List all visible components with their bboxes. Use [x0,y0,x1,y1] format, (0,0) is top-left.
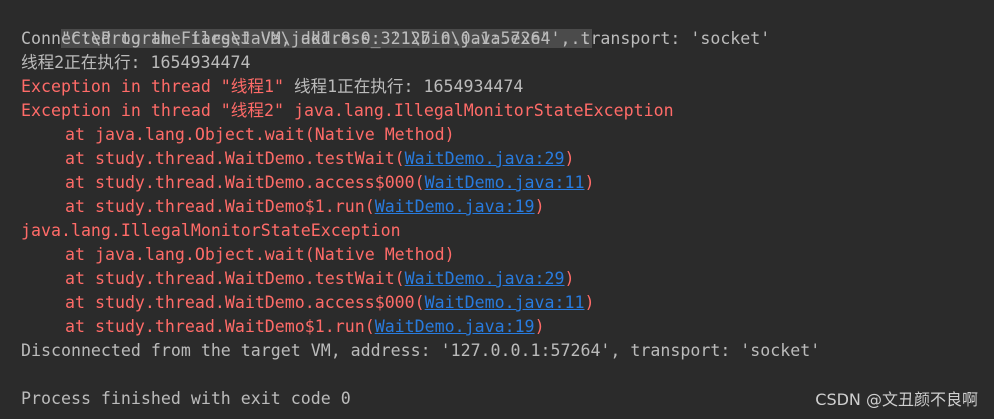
exception-thread1-header: Exception in thread "线程1" [21,77,294,96]
stack-frame-2: at study.thread.WaitDemo.testWait(WaitDe… [21,147,575,171]
source-link-waitdemo-19[interactable]: WaitDemo.java:19 [375,197,535,216]
stack-frame-1: at java.lang.Object.wait(Native Method) [65,125,455,144]
stack-frame-close: ) [564,149,575,168]
stack-frame-text: at study.thread.WaitDemo.access$000( [65,293,425,312]
exception-header: java.lang.IllegalMonitorStateException [21,221,401,240]
stack-frame-close: ) [584,293,595,312]
source-link-waitdemo-19[interactable]: WaitDemo.java:19 [375,317,535,336]
thread2-running-output: 线程2正在执行: 1654934474 [21,53,251,72]
source-link-waitdemo-11[interactable]: WaitDemo.java:11 [425,173,585,192]
source-link-waitdemo-29[interactable]: WaitDemo.java:29 [405,149,565,168]
connected-message: Connected to the target VM, address: '12… [21,29,771,48]
stack-frame-3: at study.thread.WaitDemo.access$000(Wait… [21,171,595,195]
stack-frame-text: at study.thread.WaitDemo.access$000( [65,173,425,192]
stack-frame-4: at study.thread.WaitDemo$1.run(WaitDemo.… [21,315,545,339]
stack-frame-text: at study.thread.WaitDemo.testWait( [65,149,405,168]
disconnected-message: Disconnected from the target VM, address… [21,341,821,360]
stack-frame-text: at study.thread.WaitDemo$1.run( [65,317,375,336]
command-line: "C:\Program Files\Java\jdk1.8.0_321\bin\… [21,3,593,48]
stack-frame-text: at study.thread.WaitDemo$1.run( [65,197,375,216]
stack-frame-2: at study.thread.WaitDemo.testWait(WaitDe… [21,267,575,291]
stack-frame-close: ) [584,173,595,192]
exception-thread2-header: Exception in thread "线程2" java.lang.Ille… [21,101,674,120]
stack-frame-text: at study.thread.WaitDemo.testWait( [65,269,405,288]
stack-frame-1: at java.lang.Object.wait(Native Method) [65,245,455,264]
run-console[interactable]: "C:\Program Files\Java\jdk1.8.0_321\bin\… [0,0,994,419]
stack-frame-close: ) [564,269,575,288]
exception-thread1-line: Exception in thread "线程1" 线程1正在执行: 16549… [21,75,523,99]
stack-frame-3: at study.thread.WaitDemo.access$000(Wait… [21,291,595,315]
stack-frame-close: ) [534,317,545,336]
stack-frame-4: at study.thread.WaitDemo$1.run(WaitDemo.… [21,195,545,219]
source-link-waitdemo-11[interactable]: WaitDemo.java:11 [425,293,585,312]
process-finished-message: Process finished with exit code 0 [21,389,351,408]
source-link-waitdemo-29[interactable]: WaitDemo.java:29 [405,269,565,288]
thread1-running-output: 线程1正在执行: 1654934474 [293,77,524,96]
stack-frame-close: ) [534,197,545,216]
csdn-watermark: CSDN @文丑颜不良啊 [815,390,978,409]
